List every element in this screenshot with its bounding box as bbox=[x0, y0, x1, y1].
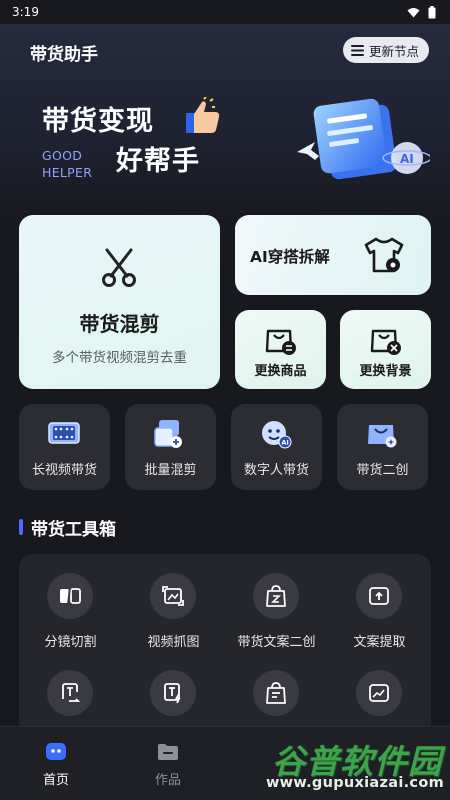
tool-icon-circle bbox=[356, 573, 402, 619]
svg-text:AI: AI bbox=[281, 439, 288, 447]
text-refresh-icon bbox=[62, 683, 81, 702]
bag-settings-icon bbox=[370, 329, 401, 355]
replace-background-card[interactable]: 更换背景 bbox=[340, 310, 431, 389]
section-accent-bar bbox=[19, 519, 23, 535]
tool-label: 分镜切割 bbox=[44, 635, 97, 650]
thumbs-up-icon bbox=[186, 97, 220, 133]
status-bar: 3:19 bbox=[0, 0, 450, 24]
toolbox-section-title: 带货工具箱 bbox=[19, 515, 116, 540]
quick-action-recreate[interactable]: 带货二创 bbox=[337, 404, 428, 490]
tool-icon-circle bbox=[253, 670, 299, 716]
quick-action-digital-human[interactable]: AI 数字人带货 bbox=[231, 404, 322, 490]
quick-action-long-video[interactable]: 长视频带货 bbox=[19, 404, 110, 490]
mix-card-title: 带货混剪 bbox=[79, 312, 160, 336]
tool-image[interactable] bbox=[328, 651, 431, 731]
tool-capture[interactable]: 视频抓图 bbox=[122, 554, 225, 650]
replace-goods-label: 更换商品 bbox=[254, 364, 307, 379]
ai-document-illustration: AI bbox=[297, 98, 430, 180]
top-bar: 带货助手 更新节点 bbox=[0, 30, 450, 70]
replace-background-label: 更换背景 bbox=[359, 364, 412, 379]
mix-card[interactable]: 带货混剪 多个带货视频混剪去重 bbox=[19, 215, 220, 389]
bag-swap-icon bbox=[265, 329, 296, 355]
mix-card-desc: 多个带货视频混剪去重 bbox=[52, 350, 187, 366]
update-node-label: 更新节点 bbox=[368, 43, 419, 59]
quick-action-label: 数字人带货 bbox=[243, 463, 309, 478]
tool-copy-recreate[interactable]: 带货文案二创 bbox=[225, 554, 328, 650]
banner-english-line2: HELPER bbox=[42, 165, 93, 180]
app-title: 带货助手 bbox=[30, 45, 98, 65]
tool-icon-circle bbox=[47, 573, 93, 619]
tool-bag-text[interactable] bbox=[225, 651, 328, 731]
menu-icon bbox=[350, 44, 364, 56]
home-icon bbox=[46, 743, 66, 760]
quick-action-batch-mix[interactable]: 批量混剪 bbox=[125, 404, 216, 490]
folder-icon bbox=[158, 744, 178, 760]
bottom-navigation: 首页 作品 bbox=[0, 726, 450, 800]
digital-human-icon: AI bbox=[262, 421, 292, 449]
tool-extract[interactable]: 文案提取 bbox=[328, 554, 431, 650]
toolbox-title: 带货工具箱 bbox=[31, 519, 116, 540]
tool-icon-circle bbox=[356, 670, 402, 716]
nav-home[interactable]: 首页 bbox=[0, 727, 112, 800]
nav-works-label: 作品 bbox=[154, 773, 181, 788]
text-flash-icon bbox=[164, 683, 181, 704]
tool-text-flash[interactable] bbox=[122, 651, 225, 731]
tool-icon-circle bbox=[150, 670, 196, 716]
tool-split[interactable]: 分镜切割 bbox=[19, 554, 122, 650]
status-time: 3:19 bbox=[12, 5, 39, 19]
tool-label: 带货文案二创 bbox=[237, 635, 316, 650]
tshirt-icon bbox=[364, 237, 404, 273]
tool-icon-circle bbox=[47, 670, 93, 716]
image-icon bbox=[369, 684, 389, 702]
banner-english: GOOD HELPER bbox=[42, 147, 92, 181]
replace-goods-card[interactable]: 更换商品 bbox=[235, 310, 326, 389]
banner-subtitle: 好帮手 bbox=[116, 146, 200, 177]
tool-text-refresh[interactable] bbox=[19, 651, 122, 731]
banner-english-line1: GOOD bbox=[42, 148, 83, 163]
promo-banner[interactable]: 带货变现 GOOD HELPER 好帮手 AI bbox=[30, 85, 430, 205]
ai-badge: AI bbox=[400, 152, 414, 166]
wifi-icon bbox=[407, 7, 420, 17]
quick-action-label: 长视频带货 bbox=[31, 463, 97, 478]
tool-icon-circle bbox=[253, 573, 299, 619]
capture-icon bbox=[162, 586, 184, 606]
batch-icon bbox=[154, 420, 182, 448]
ai-outfit-title: AI穿搭拆解 bbox=[250, 248, 330, 266]
update-node-button[interactable]: 更新节点 bbox=[342, 37, 429, 63]
quick-action-label: 带货二创 bbox=[356, 463, 409, 478]
tool-label: 视频抓图 bbox=[147, 635, 200, 650]
shopping-bag-icon bbox=[368, 425, 397, 448]
tool-label: 文案提取 bbox=[353, 635, 406, 650]
scissors-icon bbox=[102, 248, 136, 287]
bag-text-icon bbox=[266, 682, 286, 704]
banner-title: 带货变现 bbox=[42, 106, 154, 137]
battery-icon bbox=[428, 5, 436, 18]
ai-outfit-card[interactable]: AI穿搭拆解 bbox=[235, 215, 431, 295]
nav-works[interactable]: 作品 bbox=[112, 727, 224, 800]
tool-icon-circle bbox=[150, 573, 196, 619]
toolbox-panel: 分镜切割 视频抓图 带货文案二创 文案提取 bbox=[19, 554, 431, 754]
nav-home-label: 首页 bbox=[42, 773, 69, 788]
copy-bag-icon bbox=[266, 585, 286, 607]
extract-icon bbox=[369, 587, 389, 605]
split-icon bbox=[60, 587, 81, 605]
quick-action-label: 批量混剪 bbox=[144, 463, 197, 478]
film-icon bbox=[48, 422, 80, 444]
status-icons bbox=[407, 5, 436, 19]
